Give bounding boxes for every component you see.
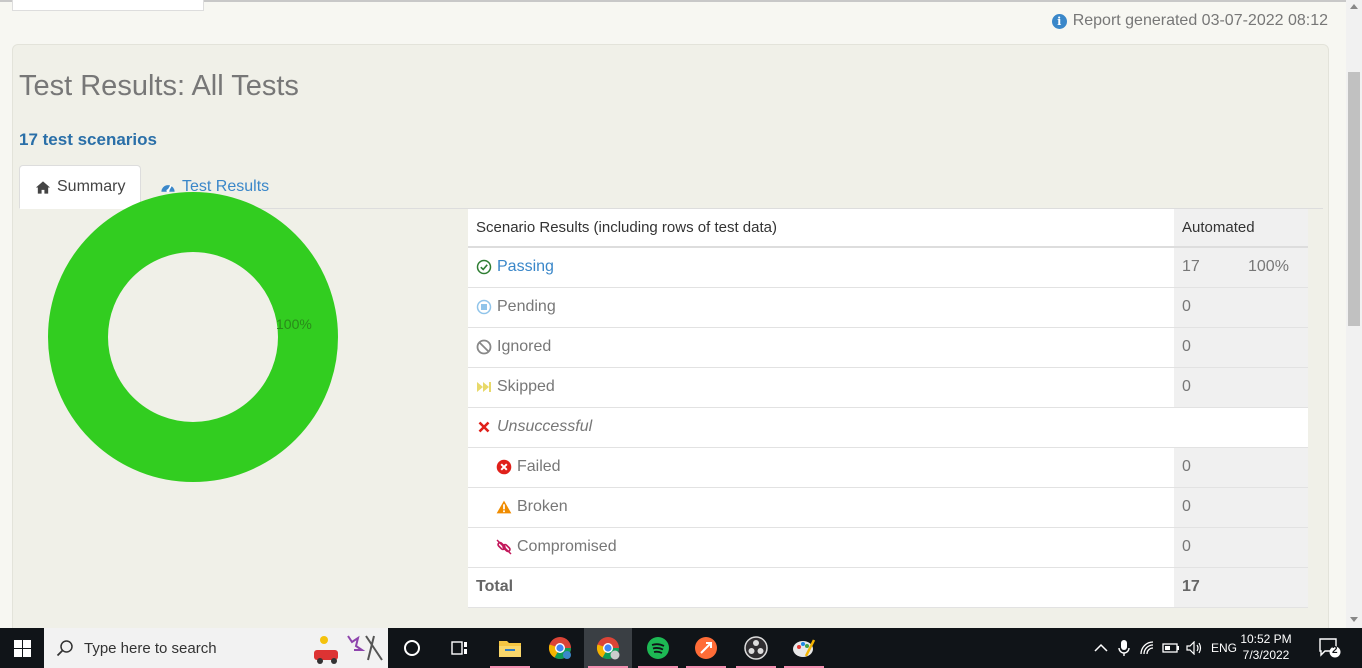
broken-count: 0 bbox=[1182, 498, 1191, 515]
failed-label: Failed bbox=[517, 458, 561, 475]
row-passing: Passing 17 100% bbox=[468, 247, 1308, 288]
search-icon bbox=[56, 640, 73, 657]
warning-icon bbox=[496, 499, 512, 515]
passing-percent: 100% bbox=[1248, 258, 1289, 276]
ban-icon bbox=[476, 339, 492, 355]
browser-tab-edge[interactable] bbox=[12, 0, 204, 11]
check-circle-icon bbox=[476, 259, 492, 275]
times-circle-icon bbox=[496, 459, 512, 475]
chrome-icon[interactable] bbox=[536, 628, 584, 668]
skipped-count: 0 bbox=[1182, 378, 1191, 395]
broken-label: Broken bbox=[517, 498, 568, 515]
header-automated: Automated bbox=[1174, 209, 1308, 248]
compromised-count: 0 bbox=[1182, 538, 1191, 555]
row-broken: Broken 0 bbox=[468, 487, 1308, 528]
compromised-label: Compromised bbox=[517, 538, 617, 555]
spotify-icon[interactable] bbox=[634, 628, 682, 668]
search-placeholder: Type here to search bbox=[84, 639, 217, 657]
row-pending: Pending 0 bbox=[468, 287, 1308, 328]
table-header-row: Scenario Results (including rows of test… bbox=[468, 209, 1308, 248]
windows-logo-icon bbox=[13, 639, 31, 657]
fast-forward-icon bbox=[476, 379, 492, 395]
obs-icon[interactable] bbox=[732, 628, 780, 668]
ignored-count: 0 bbox=[1182, 338, 1191, 355]
failed-count: 0 bbox=[1182, 458, 1191, 475]
row-total: Total 17 bbox=[468, 567, 1308, 608]
passing-link[interactable]: Passing bbox=[497, 258, 554, 276]
ignored-label: Ignored bbox=[497, 338, 552, 355]
header-scenario-results: Scenario Results (including rows of test… bbox=[468, 209, 1174, 248]
search-highlight-icon bbox=[314, 635, 383, 664]
report-generated: i Report generated 03-07-2022 08:12 bbox=[1051, 12, 1328, 30]
donut-data-label: 100% bbox=[276, 316, 312, 332]
row-failed: Failed 0 bbox=[468, 447, 1308, 488]
info-icon: i bbox=[1051, 13, 1067, 29]
broken-link-icon bbox=[496, 539, 512, 555]
battery-icon[interactable] bbox=[1162, 641, 1180, 655]
vertical-scrollbar[interactable] bbox=[1346, 0, 1362, 628]
scroll-down-arrow-icon[interactable] bbox=[1350, 617, 1358, 622]
start-button[interactable] bbox=[0, 628, 44, 668]
row-compromised: Compromised 0 bbox=[468, 527, 1308, 568]
chevron-up-icon[interactable] bbox=[1094, 643, 1108, 653]
skipped-label: Skipped bbox=[497, 378, 555, 395]
report-generated-text: Report generated 03-07-2022 08:12 bbox=[1072, 12, 1328, 29]
report-page: i Report generated 03-07-2022 08:12 Test… bbox=[0, 0, 1346, 628]
taskbar-clock[interactable]: 10:52 PM 7/3/2022 bbox=[1238, 631, 1294, 663]
notification-count: 2 bbox=[1332, 645, 1338, 656]
file-explorer-icon[interactable] bbox=[486, 628, 534, 668]
scenario-count: 17 test scenarios bbox=[19, 130, 157, 149]
task-view-icon[interactable] bbox=[436, 628, 484, 668]
scenario-results-table: Scenario Results (including rows of test… bbox=[468, 209, 1308, 608]
cortana-icon[interactable] bbox=[388, 628, 436, 668]
passing-count: 17 bbox=[1182, 258, 1200, 276]
wifi-icon[interactable] bbox=[1140, 641, 1156, 655]
row-skipped: Skipped 0 bbox=[468, 367, 1308, 408]
row-ignored: Ignored 0 bbox=[468, 327, 1308, 368]
row-unsuccessful: Unsuccessful bbox=[468, 407, 1308, 448]
postman-icon[interactable] bbox=[682, 628, 730, 668]
unsuccessful-label: Unsuccessful bbox=[497, 418, 593, 435]
results-donut-chart bbox=[48, 192, 338, 482]
total-count: 17 bbox=[1182, 578, 1200, 595]
volume-icon[interactable] bbox=[1186, 641, 1202, 655]
taskbar-search-box[interactable]: Type here to search bbox=[44, 628, 388, 668]
clock-date: 7/3/2022 bbox=[1242, 648, 1290, 662]
pending-count: 0 bbox=[1182, 298, 1191, 315]
pending-icon bbox=[476, 299, 492, 315]
notification-center-icon[interactable]: 2 bbox=[1308, 628, 1352, 668]
paint-icon[interactable] bbox=[780, 628, 828, 668]
windows-taskbar: Type here to search ENG 10:52 PM 7/3/202… bbox=[0, 628, 1362, 668]
pending-label: Pending bbox=[497, 298, 556, 315]
microphone-icon[interactable] bbox=[1118, 639, 1130, 657]
donut-slice-passing bbox=[48, 192, 338, 482]
system-tray: ENG bbox=[1094, 628, 1237, 668]
scroll-thumb[interactable] bbox=[1348, 72, 1360, 326]
total-label: Total bbox=[476, 578, 514, 595]
x-icon bbox=[476, 419, 492, 435]
clock-time: 10:52 PM bbox=[1240, 632, 1292, 646]
language-indicator[interactable]: ENG bbox=[1211, 641, 1237, 655]
page-title: Test Results: All Tests bbox=[19, 70, 299, 102]
chrome-active-icon[interactable] bbox=[584, 628, 632, 668]
scroll-up-arrow-icon[interactable] bbox=[1350, 4, 1358, 9]
